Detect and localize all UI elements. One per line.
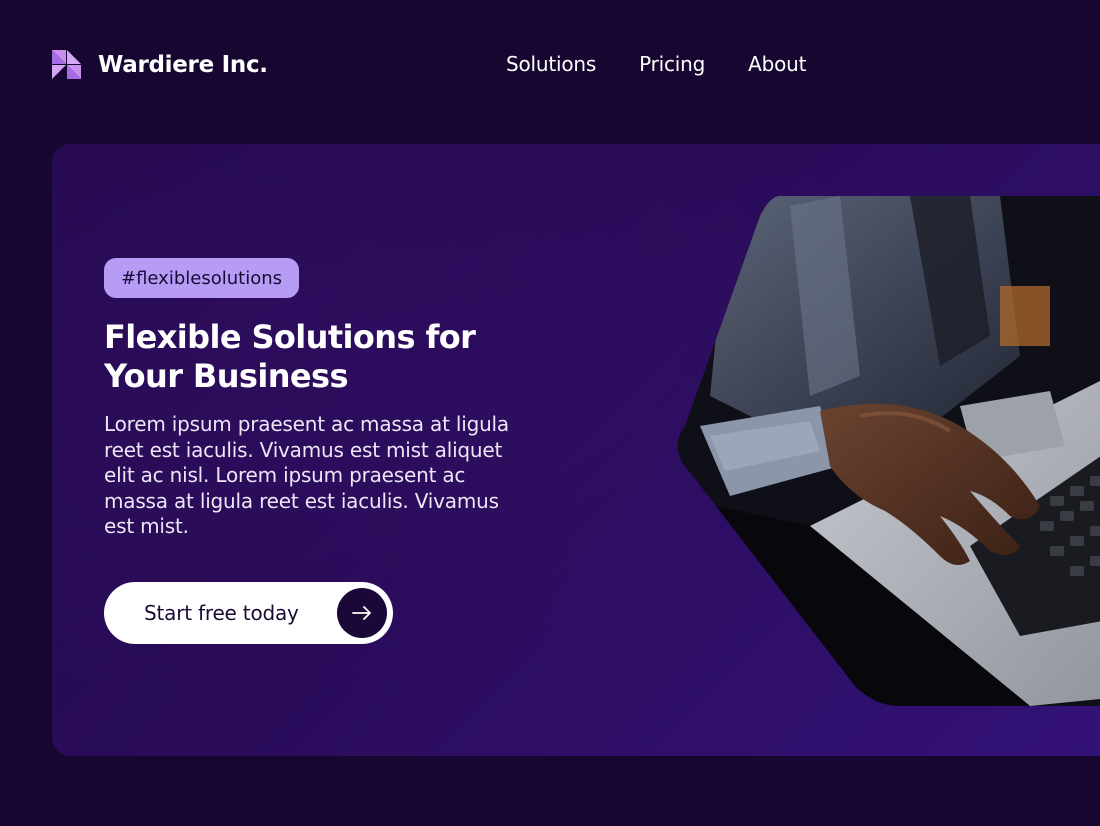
nav-link-pricing[interactable]: Pricing xyxy=(639,52,705,76)
nav-link-about[interactable]: About xyxy=(748,52,806,76)
arrow-right-icon xyxy=(337,588,387,638)
triangle-grid-logo-icon xyxy=(52,50,81,79)
brand-name: Wardiere Inc. xyxy=(98,51,268,78)
site-header: Wardiere Inc. Solutions Pricing About xyxy=(0,0,1100,130)
hero-headline: Flexible Solutions for Your Business xyxy=(104,318,476,395)
hero-description: Lorem ipsum praesent ac massa at ligula … xyxy=(104,412,509,539)
laptop-typing-hands-photo xyxy=(670,196,1100,706)
start-free-button[interactable]: Start free today xyxy=(104,582,393,644)
main-nav: Solutions Pricing About xyxy=(506,52,806,76)
hashtag-badge: #flexiblesolutions xyxy=(104,258,299,298)
start-free-button-label: Start free today xyxy=(144,601,299,625)
brand[interactable]: Wardiere Inc. xyxy=(52,50,268,79)
nav-link-solutions[interactable]: Solutions xyxy=(506,52,596,76)
